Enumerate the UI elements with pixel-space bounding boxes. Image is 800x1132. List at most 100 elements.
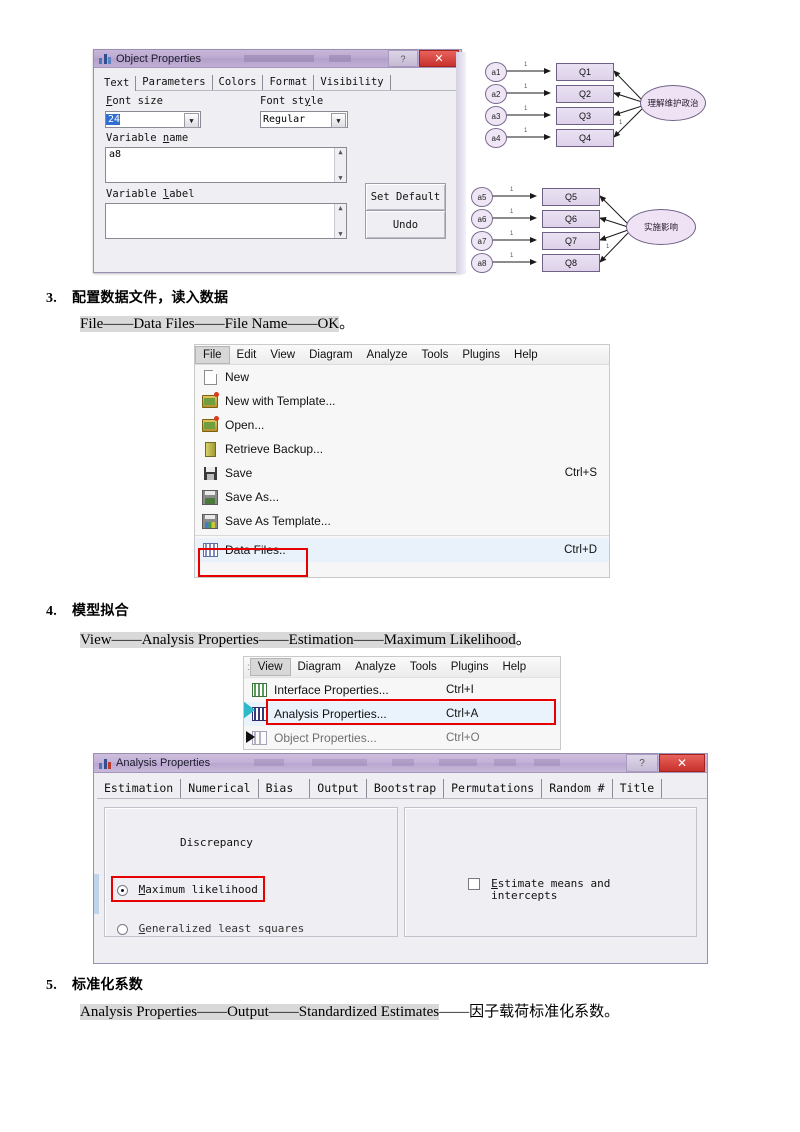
- menubar-item-help[interactable]: Help: [507, 347, 545, 363]
- close-button-2[interactable]: ✕: [659, 754, 705, 772]
- indicator-q2[interactable]: Q2: [556, 85, 614, 103]
- menubar-item-diagram-2[interactable]: Diagram: [291, 659, 348, 675]
- menu-item-save-as-template-label: Save As Template...: [225, 514, 331, 528]
- tab-output[interactable]: Output: [310, 779, 367, 798]
- font-style-label: Font style: [260, 95, 324, 107]
- error-term-a5[interactable]: a5: [471, 187, 493, 207]
- indicator-q3[interactable]: Q3: [556, 107, 614, 125]
- undo-label: Undo: [392, 218, 419, 231]
- menubar-item-view[interactable]: View: [263, 347, 302, 363]
- step-4-title: 模型拟合: [72, 604, 129, 619]
- menubar-item-analyze-2[interactable]: Analyze: [348, 659, 403, 675]
- font-size-combo[interactable]: 24 ▼: [105, 111, 201, 128]
- tab-format[interactable]: Format: [263, 75, 315, 90]
- estimate-means-checkbox[interactable]: [467, 878, 480, 890]
- chevron-down-icon[interactable]: ▼: [184, 113, 199, 128]
- indicator-q5[interactable]: Q5: [542, 188, 600, 206]
- latent-factor-bottom[interactable]: 实施影响: [626, 209, 696, 245]
- titlebar-smudge-2: [329, 55, 351, 62]
- indicator-q7[interactable]: Q7: [542, 232, 600, 250]
- path-weight-label: 1: [510, 231, 514, 237]
- variable-label-label: Variable label: [106, 188, 195, 200]
- help-button-2[interactable]: ?: [626, 754, 658, 772]
- tab-parameters[interactable]: Parameters: [136, 75, 213, 90]
- help-button[interactable]: ?: [388, 50, 418, 67]
- step-5-title: 标准化系数: [72, 978, 143, 993]
- variable-name-scrollbar[interactable]: ▲ ▼: [334, 148, 346, 182]
- path-weight-label: 1: [524, 62, 528, 68]
- indicator-q6[interactable]: Q6: [542, 210, 600, 228]
- error-term-a7[interactable]: a7: [471, 231, 493, 251]
- estimate-means-checkbox-row[interactable]: Estimate means and intercepts: [467, 878, 610, 902]
- error-term-a4[interactable]: a4: [485, 128, 507, 148]
- tab-bootstrap[interactable]: Bootstrap: [367, 779, 445, 798]
- menu-item-save-as-label: Save As...: [225, 490, 280, 504]
- undo-button[interactable]: Undo: [365, 210, 446, 239]
- tab-title[interactable]: Title: [613, 779, 663, 798]
- menu-item-new[interactable]: New: [195, 365, 609, 389]
- open-folder-icon: [195, 415, 225, 432]
- font-size-value: 24: [106, 114, 121, 125]
- titlebar-smudge-b: [312, 759, 367, 766]
- variable-label-scrollbar[interactable]: ▲ ▼: [334, 204, 346, 238]
- tab-bias[interactable]: Bias: [259, 779, 311, 798]
- analysis-properties-tabs: Estimation Numerical Bias Output Bootstr…: [97, 777, 707, 799]
- error-term-a3[interactable]: a3: [485, 106, 507, 126]
- variable-name-input[interactable]: a8 ▲ ▼: [105, 147, 347, 183]
- menu-item-save-as[interactable]: Save As...: [195, 485, 609, 509]
- file-menu-screenshot: File Edit View Diagram Analyze Tools Plu…: [194, 344, 610, 578]
- retrieve-backup-icon: [195, 441, 225, 457]
- menubar-item-plugins-2[interactable]: Plugins: [444, 659, 496, 675]
- menubar-item-diagram[interactable]: Diagram: [302, 347, 359, 363]
- indicator-q4[interactable]: Q4: [556, 129, 614, 147]
- error-term-a1[interactable]: a1: [485, 62, 507, 82]
- close-button[interactable]: ✕: [419, 50, 459, 67]
- tab-text[interactable]: Text: [98, 76, 137, 91]
- titlebar-smudge-a: [254, 759, 284, 766]
- step-3-heading: 3. 配置数据文件，读入数据: [46, 287, 228, 307]
- tab-numerical[interactable]: Numerical: [181, 779, 259, 798]
- menubar-item-plugins[interactable]: Plugins: [455, 347, 507, 363]
- generalized-least-squares-option[interactable]: Generalized least squares: [117, 922, 304, 935]
- latent-factor-top[interactable]: 理解维护政治: [640, 85, 706, 121]
- error-term-a2[interactable]: a2: [485, 84, 507, 104]
- tab-colors[interactable]: Colors: [213, 75, 264, 90]
- menubar-item-edit[interactable]: Edit: [230, 347, 264, 363]
- step-5-path-highlight: Analysis Properties——Output——Standardize…: [80, 1004, 440, 1020]
- menubar-item-help-2[interactable]: Help: [495, 659, 533, 675]
- path-weight-label: 1: [510, 253, 514, 259]
- menubar-item-analyze[interactable]: Analyze: [360, 347, 415, 363]
- indicator-q1[interactable]: Q1: [556, 63, 614, 81]
- menubar-item-tools-2[interactable]: Tools: [403, 659, 444, 675]
- annotation-box-data-files: [198, 548, 308, 577]
- menu-item-new-with-template[interactable]: New with Template...: [195, 389, 609, 413]
- font-size-label: Font size: [106, 95, 163, 107]
- save-as-template-icon: [195, 513, 225, 529]
- tab-estimation[interactable]: Estimation: [97, 779, 182, 798]
- menu-item-retrieve-backup[interactable]: Retrieve Backup...: [195, 437, 609, 461]
- step-5-number: 5.: [46, 978, 57, 993]
- error-term-a8[interactable]: a8: [471, 253, 493, 273]
- step-3-number: 3.: [46, 291, 57, 306]
- menu-item-save-as-template[interactable]: Save As Template...: [195, 509, 609, 533]
- menubar-item-tools[interactable]: Tools: [414, 347, 455, 363]
- menubar-item-view[interactable]: View: [249, 658, 291, 676]
- titlebar-smudge-e: [494, 759, 516, 766]
- save-as-icon: [195, 489, 225, 505]
- generalized-least-squares-radio[interactable]: [117, 923, 128, 935]
- font-style-combo[interactable]: Regular ▼: [260, 111, 348, 128]
- tab-random[interactable]: Random #: [542, 779, 613, 798]
- indicator-q8[interactable]: Q8: [542, 254, 600, 272]
- menu-item-open[interactable]: Open...: [195, 413, 609, 437]
- menu-item-save[interactable]: Save Ctrl+S: [195, 461, 609, 485]
- menubar-item-file[interactable]: File: [195, 345, 230, 364]
- step-5-heading: 5. 标准化系数: [46, 974, 143, 994]
- chevron-down-icon-2[interactable]: ▼: [331, 113, 346, 128]
- set-default-button[interactable]: Set Default: [365, 183, 446, 211]
- variable-label-input[interactable]: ▲ ▼: [105, 203, 347, 239]
- tab-permutations[interactable]: Permutations: [444, 779, 543, 798]
- error-term-a6[interactable]: a6: [471, 209, 493, 229]
- tab-visibility[interactable]: Visibility: [314, 75, 391, 90]
- menu-item-object-properties[interactable]: Object Properties... Ctrl+O: [244, 726, 560, 749]
- analysis-properties-title: Analysis Properties: [116, 757, 211, 769]
